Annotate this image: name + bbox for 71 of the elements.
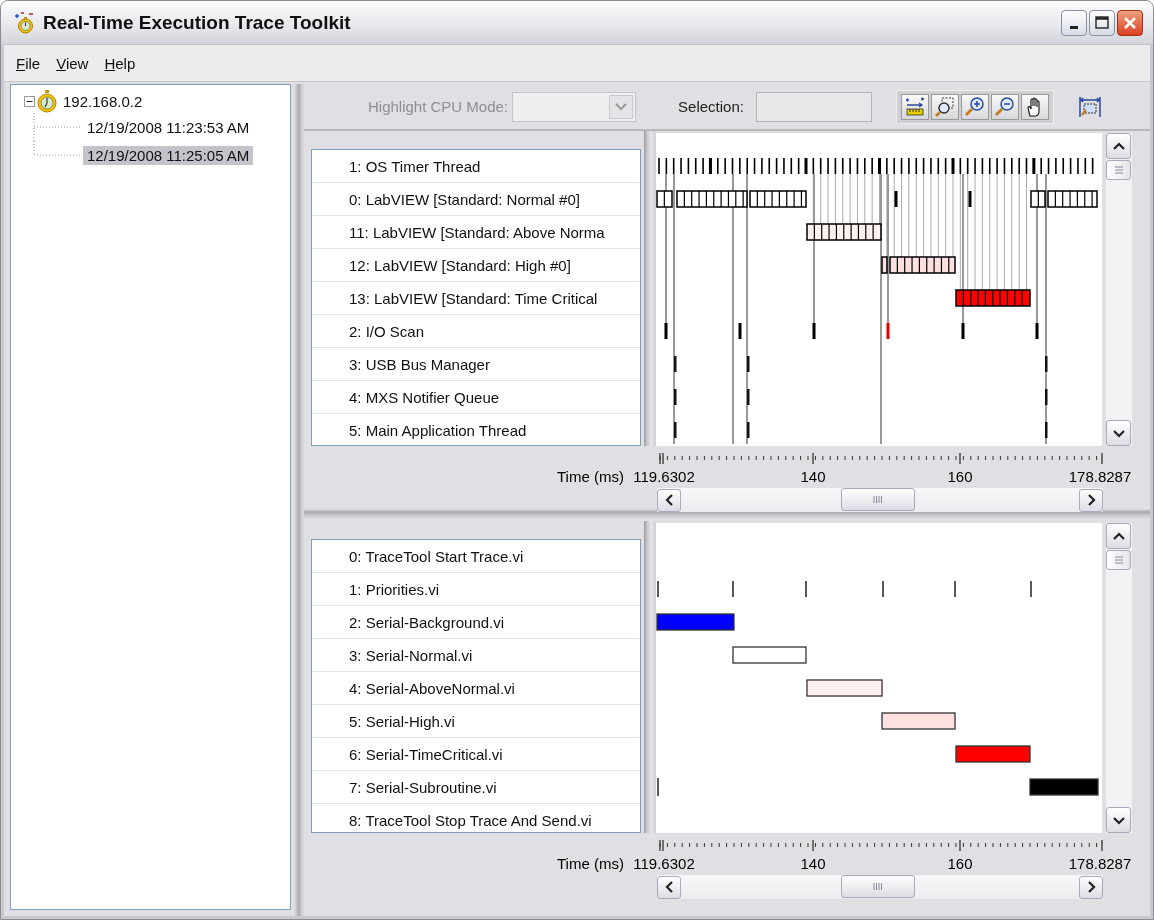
collapse-icon[interactable]: [24, 95, 35, 107]
scroll-left-button[interactable]: [657, 488, 681, 512]
list-row-label[interactable]: 2: I/O Scan: [349, 322, 425, 340]
tool-button[interactable]: [1020, 93, 1049, 120]
axis-tick-label: 160: [947, 468, 973, 485]
list-row-label[interactable]: 4: Serial-AboveNormal.vi: [349, 679, 515, 697]
list-row-label[interactable]: 5: Main Application Thread: [349, 421, 527, 439]
scroll-down-button[interactable]: [1106, 420, 1131, 446]
tool-button[interactable]: [930, 93, 959, 120]
window-title: Real-Time Execution Trace Toolkit: [43, 11, 351, 34]
tool-button[interactable]: [960, 93, 989, 120]
axis-title: Time (ms): [557, 855, 624, 872]
minimize-icon: [1070, 26, 1078, 29]
scroll-thumb[interactable]: [1106, 160, 1131, 180]
tree-item[interactable]: 192.168.0.2: [59, 91, 147, 111]
list-row-label[interactable]: 0: LabVIEW [Standard: Normal #0]: [349, 190, 580, 208]
scroll-right-button[interactable]: [1079, 875, 1103, 899]
axis-tick-label: 160: [947, 855, 973, 872]
tree-item[interactable]: 12/19/2008 11:23:53 AM: [83, 117, 254, 137]
axis-tick-label: 178.8287: [1068, 468, 1132, 485]
list-row-label[interactable]: 12: LabVIEW [Standard: High #0]: [349, 256, 571, 274]
tree-item[interactable]: 12/19/2008 11:25:05 AM: [83, 145, 254, 165]
list-row-label[interactable]: 3: USB Bus Manager: [349, 355, 490, 373]
menu-item[interactable]: Help: [98, 52, 142, 74]
ruler-icon: [903, 95, 926, 118]
mode-label: Highlight CPU Mode:: [368, 98, 509, 115]
grip-icon: [873, 495, 883, 504]
scroll-thumb[interactable]: [1106, 550, 1131, 570]
axis-title: Time (ms): [557, 468, 624, 485]
zoom-region-icon: [933, 95, 956, 118]
list-row-label[interactable]: 4: MXS Notifier Queue: [349, 388, 500, 406]
axis-tick-label: 119.6302: [633, 855, 695, 872]
list-row-label[interactable]: 8: TraceTool Stop Trace And Send.vi: [349, 811, 592, 829]
maximize-icon: [1093, 13, 1111, 32]
menu-item[interactable]: File: [10, 52, 47, 74]
minimize-button[interactable]: [1061, 9, 1087, 36]
zoom-in-icon: [963, 95, 986, 118]
scroll-thumb[interactable]: [841, 488, 915, 511]
scroll-thumb[interactable]: [841, 875, 915, 898]
grip-icon: [873, 882, 883, 891]
stopwatch-icon: [35, 89, 59, 113]
selection-field[interactable]: [755, 91, 872, 122]
selection-label: Selection:: [678, 98, 744, 115]
list-row-label[interactable]: 11: LabVIEW [Standard: Above Norma: [349, 223, 605, 241]
list-row-label[interactable]: 1: Priorities.vi: [349, 580, 440, 598]
list-row-label[interactable]: 6: Serial-TimeCritical.vi: [349, 745, 503, 763]
scroll-up-button[interactable]: [1106, 523, 1131, 549]
scroll-down-button[interactable]: [1106, 807, 1131, 833]
axis-tick-label: 178.8287: [1068, 855, 1132, 872]
tool-button[interactable]: [990, 93, 1019, 120]
list-row-label[interactable]: 3: Serial-Normal.vi: [349, 646, 473, 664]
scroll-left-button[interactable]: [657, 875, 681, 899]
tool-button[interactable]: [900, 93, 929, 120]
list-row-label[interactable]: 13: LabVIEW [Standard: Time Critical: [349, 289, 598, 307]
maximize-button[interactable]: [1089, 9, 1115, 36]
axis-tick-label: 140: [800, 468, 826, 485]
axis-tick-label: 119.6302: [633, 468, 695, 485]
scroll-up-button[interactable]: [1106, 133, 1131, 159]
fit-scale-icon: [1077, 94, 1102, 119]
list-row-label[interactable]: 5: Serial-High.vi: [349, 712, 455, 730]
grip-icon: [1113, 556, 1124, 564]
zoom-out-icon: [993, 95, 1016, 118]
list-row-label[interactable]: 0: TraceTool Start Trace.vi: [349, 547, 524, 565]
axis-tick-label: 140: [800, 855, 826, 872]
close-button[interactable]: [1117, 9, 1143, 36]
list-row-label[interactable]: 2: Serial-Background.vi: [349, 613, 505, 631]
list-row-label[interactable]: 1: OS Timer Thread: [349, 157, 481, 175]
list-row-label[interactable]: 7: Serial-Subroutine.vi: [349, 778, 497, 796]
menu-item[interactable]: View: [50, 52, 95, 74]
grip-icon: [1113, 166, 1124, 174]
scroll-right-button[interactable]: [1079, 488, 1103, 512]
